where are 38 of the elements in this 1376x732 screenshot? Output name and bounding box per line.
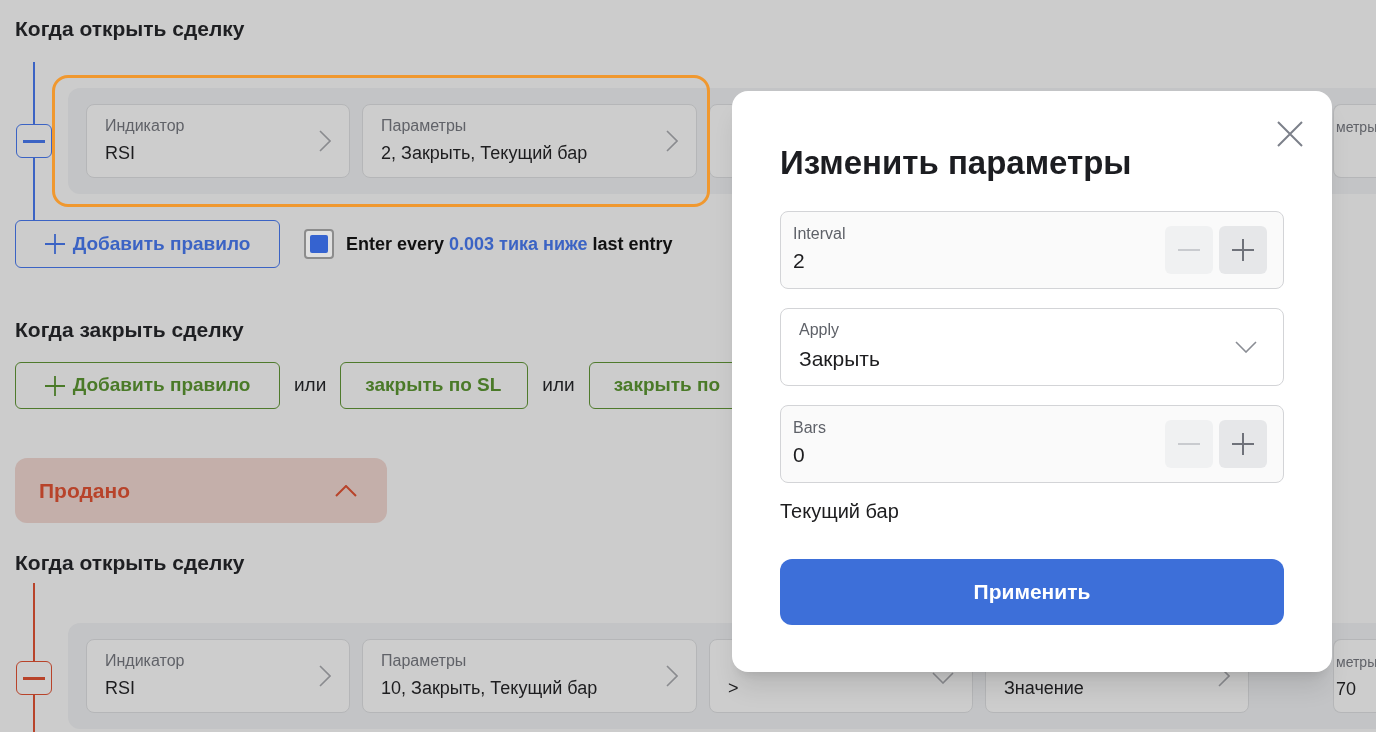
field-value: 0 xyxy=(793,442,806,468)
or-label: или xyxy=(293,373,328,398)
repeat-label: Enter every xyxy=(346,232,445,256)
card-label: метры xyxy=(1336,118,1376,137)
field-hint: Текущий бар xyxy=(780,499,900,524)
field-label: Interval xyxy=(793,224,846,244)
rule-card[interactable]: Параметры 10, Закрыть, Текущий бар xyxy=(362,639,697,713)
card-label: Индикатор xyxy=(105,651,185,671)
rule-card[interactable]: Индикатор RSI xyxy=(86,104,350,178)
card-value: RSI xyxy=(105,142,136,165)
section-heading: Когда закрыть сделку xyxy=(15,317,244,343)
card-value: 10, Закрыть, Текущий бар xyxy=(381,677,598,700)
apply-button[interactable]: Применить xyxy=(780,559,1284,625)
card-value: > xyxy=(728,677,739,700)
section-heading: Когда открыть сделку xyxy=(15,550,245,576)
card-label: метры xyxy=(1336,653,1376,672)
dialog-title: Изменить параметры xyxy=(780,143,1133,183)
field-label: Bars xyxy=(793,418,826,438)
card-label: Индикатор xyxy=(105,116,185,136)
rule-card[interactable]: Индикатор RSI xyxy=(86,639,350,713)
rule-card[interactable]: метры xyxy=(1333,104,1376,178)
repeat-label: last entry xyxy=(592,232,673,256)
rule-card[interactable]: метры 70 xyxy=(1333,639,1376,713)
number-field[interactable]: Interval 2 xyxy=(780,211,1284,289)
field-label: Apply xyxy=(799,320,841,340)
or-label: или xyxy=(541,373,576,398)
card-label: Параметры xyxy=(381,651,468,671)
field-value: Закрыть xyxy=(799,346,880,372)
section-heading: Когда открыть сделку xyxy=(15,16,245,42)
number-field[interactable]: Bars 0 xyxy=(780,405,1284,483)
card-value: 70 xyxy=(1336,678,1358,701)
field-value: 2 xyxy=(793,248,806,274)
card-value: Значение xyxy=(1004,677,1084,700)
card-value: RSI xyxy=(105,677,136,700)
card-value: 2, Закрыть, Текущий бар xyxy=(381,142,588,165)
select-field[interactable]: Apply Закрыть xyxy=(780,308,1284,386)
card-label: Параметры xyxy=(381,116,468,136)
rule-card[interactable]: Параметры 2, Закрыть, Текущий бар xyxy=(362,104,697,178)
